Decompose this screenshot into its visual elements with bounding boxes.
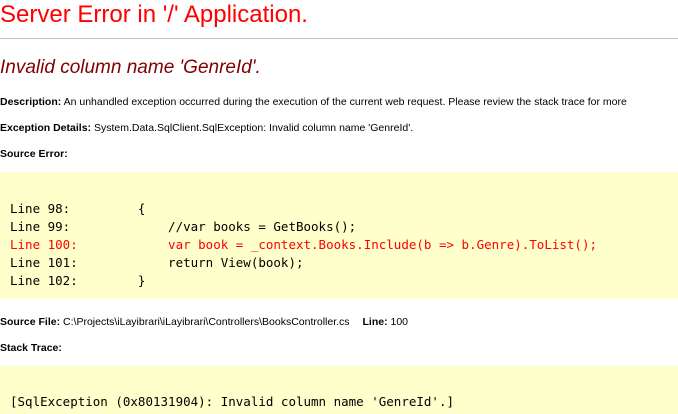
error-page: Server Error in '/' Application. Invalid… bbox=[0, 0, 678, 414]
stack-trace-box[interactable]: [SqlException (0x80131904): Invalid colu… bbox=[0, 366, 678, 414]
stack-trace-label: Stack Trace: bbox=[0, 342, 62, 354]
page-title: Server Error in '/' Application. bbox=[0, 1, 308, 28]
source-code-box[interactable]: Line 98: { Line 99: //var books = GetBoo… bbox=[0, 172, 678, 299]
exception-details-line: Exception Details: System.Data.SqlClient… bbox=[0, 121, 413, 135]
source-line-number: 100 bbox=[390, 316, 409, 328]
exception-details-label: Exception Details: bbox=[0, 122, 92, 134]
source-file-line: Source File: C:\Projects\iLayibrari\iLay… bbox=[0, 315, 408, 329]
title-divider bbox=[0, 38, 678, 39]
error-message-heading: Invalid column name 'GenreId'. bbox=[0, 57, 261, 78]
stack-trace-line: Stack Trace: bbox=[0, 341, 62, 355]
source-error-label: Source Error: bbox=[0, 148, 68, 160]
description-line: Description: An unhandled exception occu… bbox=[0, 95, 627, 109]
description-text: An unhandled exception occurred during t… bbox=[63, 96, 627, 108]
source-code-line: Line 99: //var books = GetBooks(); bbox=[10, 219, 357, 234]
source-file-label: Source File: bbox=[0, 316, 61, 328]
exception-details-text: System.Data.SqlClient.SqlException: Inva… bbox=[93, 122, 414, 134]
source-error-line: Source Error: bbox=[0, 147, 68, 161]
source-code-line: Line 98: { bbox=[10, 201, 146, 216]
source-code-line-error: Line 100: var book = _context.Books.Incl… bbox=[10, 237, 597, 252]
stack-trace-text: [SqlException (0x80131904): Invalid colu… bbox=[10, 394, 455, 409]
source-file-path: C:\Projects\iLayibrari\iLayibrari\Contro… bbox=[63, 316, 350, 328]
source-code-line: Line 102: } bbox=[10, 273, 146, 288]
source-line-label: Line: bbox=[362, 316, 388, 328]
description-label: Description: bbox=[0, 96, 62, 108]
source-code-line: Line 101: return View(book); bbox=[10, 255, 304, 270]
